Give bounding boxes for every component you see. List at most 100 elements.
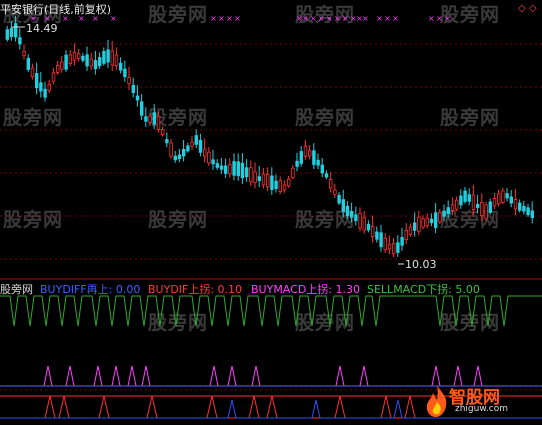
candle-body	[349, 211, 354, 218]
candle-body	[47, 83, 51, 92]
candle-body	[152, 112, 156, 125]
candle-body	[198, 139, 203, 153]
max-price-label: 14.49	[26, 22, 58, 35]
candle-body	[429, 218, 434, 224]
candle-body	[232, 161, 236, 176]
candle-body	[190, 141, 194, 147]
candle-body	[219, 165, 224, 170]
cross-mark: ×	[362, 14, 369, 23]
candle-body	[261, 173, 266, 186]
corner-icons[interactable]: ◇ ◇	[518, 3, 537, 14]
candle-body	[530, 210, 534, 219]
candle-body	[173, 155, 177, 161]
cross-mark: ×	[436, 14, 443, 23]
candle-body	[257, 176, 261, 181]
min-price-label: 10.03	[405, 258, 437, 271]
candle-body	[72, 51, 77, 61]
candle-body	[135, 95, 140, 101]
candle-body	[202, 148, 207, 157]
candle-body	[518, 202, 522, 211]
cross-mark: ×	[210, 14, 217, 23]
candle-body	[56, 64, 60, 73]
candle-body	[522, 206, 526, 212]
candle-body	[169, 142, 173, 157]
candle-body	[375, 231, 379, 240]
candle-body	[119, 62, 123, 71]
candle-body	[505, 193, 509, 199]
candle-body	[513, 199, 518, 210]
cross-mark: ×	[342, 14, 349, 23]
candle-body	[408, 226, 413, 236]
candle-body	[438, 211, 442, 223]
candle-body	[299, 151, 303, 164]
cross-mark: ×	[318, 14, 325, 23]
indicator-value-sellmacd: SELLMACD下拐: 5.00	[367, 283, 480, 296]
candle-body	[77, 53, 81, 59]
candle-body	[13, 23, 18, 38]
candle-body	[320, 164, 324, 174]
candle-body	[26, 58, 30, 70]
candle-body	[244, 167, 249, 178]
logo-url: zhiguw.com	[455, 404, 508, 414]
candle-body	[450, 204, 455, 211]
cross-mark: ×	[234, 14, 241, 23]
candle-body	[215, 163, 219, 168]
candle-body	[22, 51, 26, 56]
candle-body	[396, 242, 400, 253]
candle-body	[362, 216, 366, 231]
candle-body	[341, 199, 345, 212]
candle-body	[123, 68, 127, 78]
candle-body	[35, 73, 39, 89]
candle-body	[337, 194, 341, 204]
candle-body	[286, 178, 291, 187]
indicator-name[interactable]: 股旁网	[0, 283, 33, 296]
candle-body	[442, 210, 446, 217]
candle-body	[509, 196, 513, 204]
candle-body	[433, 212, 438, 228]
candle-body	[207, 151, 211, 164]
cross-mark: ×	[334, 14, 341, 23]
candle-body	[249, 167, 253, 183]
candlestick-chart: × × × × × × × × × × × × × × × × × × × × × × × × × ×	[0, 14, 542, 419]
candle-body	[211, 159, 215, 165]
candle-body	[366, 224, 371, 231]
cross-mark: ×	[326, 14, 333, 23]
candle-body	[156, 115, 161, 130]
candle-body	[64, 54, 68, 70]
candle-body	[345, 205, 350, 217]
candle-body	[307, 150, 312, 157]
candle-body	[526, 207, 530, 216]
candle-body	[102, 51, 106, 64]
candle-body	[312, 150, 316, 165]
candle-body	[496, 193, 501, 205]
sell-signal-line	[0, 295, 542, 327]
candle-body	[354, 214, 358, 221]
candle-body	[446, 207, 450, 214]
candle-body	[85, 54, 89, 67]
candle-body	[454, 199, 459, 210]
candle-body	[295, 160, 299, 167]
candle-body	[324, 173, 329, 178]
candle-body	[387, 243, 392, 250]
candle-body	[488, 201, 492, 213]
indicator-value-buymacd: BUYMACD上拐: 1.30	[251, 283, 360, 296]
candle-body	[278, 180, 282, 193]
candle-body	[274, 180, 278, 190]
candle-body	[328, 179, 333, 189]
candle-body	[240, 162, 245, 179]
cross-mark: ×	[376, 14, 383, 23]
candle-body	[370, 225, 375, 237]
candle-body	[459, 195, 463, 206]
candle-body	[463, 190, 467, 202]
candle-body	[165, 139, 169, 144]
candle-body	[421, 218, 425, 228]
candle-body	[484, 204, 488, 220]
candle-body	[404, 229, 408, 241]
candle-body	[106, 49, 110, 63]
candle-body	[265, 174, 270, 188]
candle-body	[333, 189, 337, 195]
candle-body	[391, 243, 396, 255]
indicator-value-buydif: BUYDIF上拐: 0.10	[148, 283, 243, 296]
candle-body	[270, 175, 274, 190]
candle-body	[114, 54, 119, 67]
